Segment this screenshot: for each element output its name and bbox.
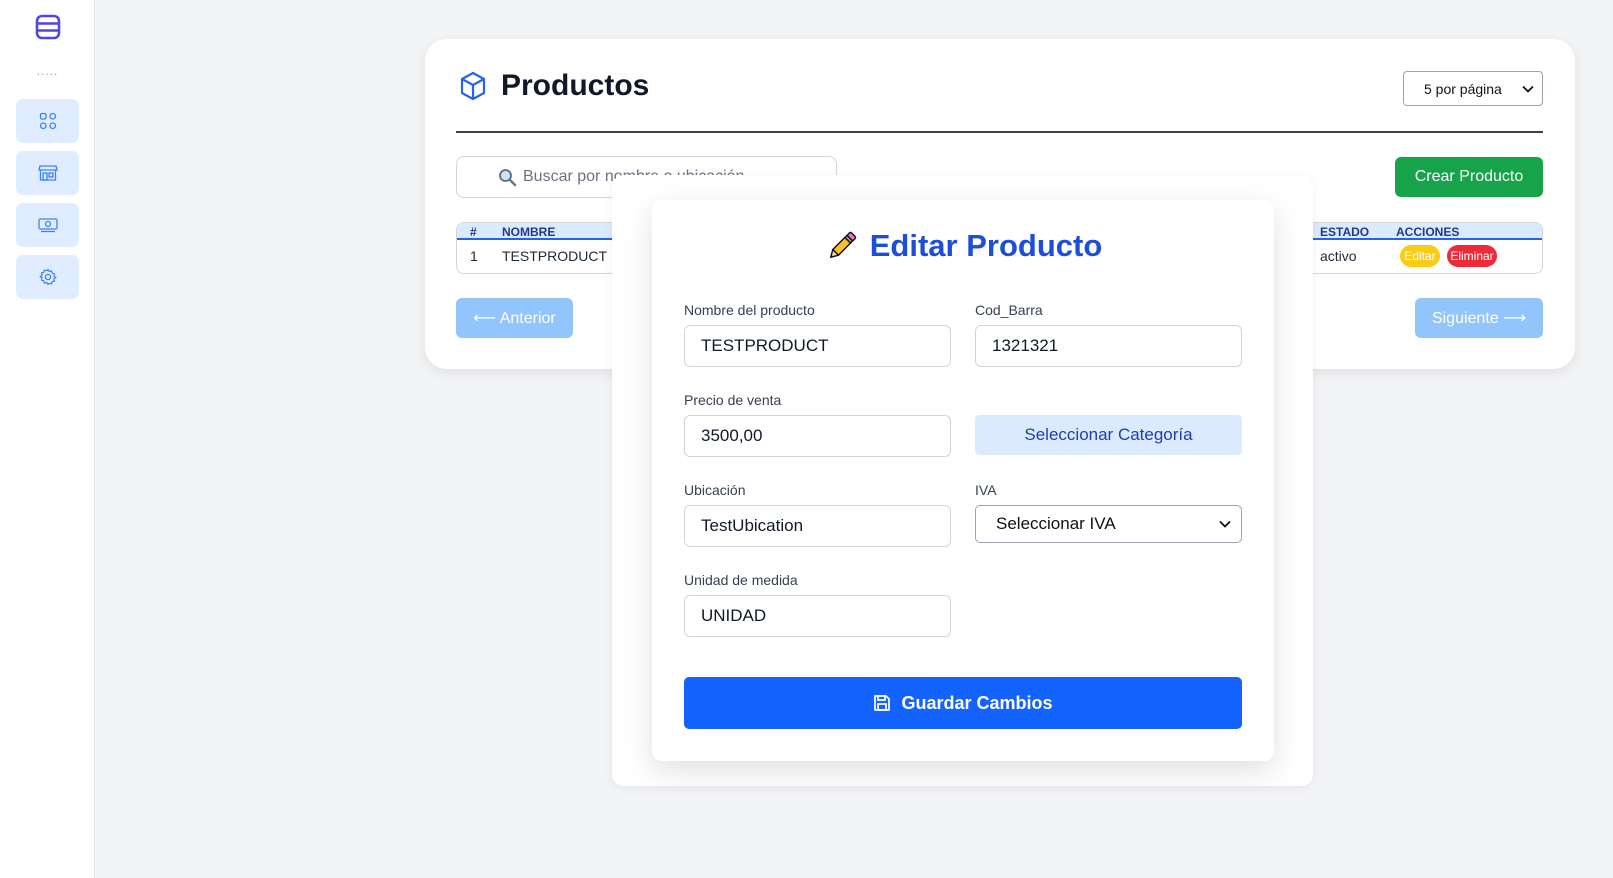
unit-label: Unidad de medida [684, 572, 798, 588]
row-status: activo [1320, 248, 1357, 264]
pencil-icon [829, 231, 856, 259]
cube-icon [460, 71, 486, 101]
save-icon [874, 695, 891, 711]
iva-label: IVA [975, 482, 997, 498]
header-divider [456, 131, 1543, 133]
sidebar-item-dashboard[interactable] [16, 99, 79, 143]
chevron-down-icon [1219, 520, 1231, 528]
search-icon [499, 169, 517, 187]
col-name: NOMBRE [502, 225, 556, 239]
money-icon [37, 218, 58, 233]
per-page-value: 5 por página [1424, 80, 1502, 97]
iva-selected-value: Seleccionar IVA [996, 514, 1116, 533]
row-number: 1 [470, 248, 478, 264]
unit-input[interactable]: UNIDAD [684, 595, 951, 637]
barcode-input[interactable]: 1321321 [975, 325, 1242, 367]
per-page-select[interactable]: 5 por página [1403, 71, 1543, 106]
create-product-button[interactable]: Crear Producto [1395, 157, 1543, 197]
save-changes-label: Guardar Cambios [901, 692, 1053, 713]
col-number: # [470, 225, 477, 239]
sidebar-item-settings[interactable] [16, 255, 79, 299]
chevron-down-icon [1522, 85, 1534, 93]
row-name: TESTPRODUCT [502, 248, 607, 264]
product-name-input[interactable]: TESTPRODUCT [684, 325, 951, 367]
next-page-button[interactable]: Siguiente ⟶ [1415, 298, 1543, 338]
select-category-button[interactable]: Seleccionar Categoría [975, 415, 1242, 455]
menu-logo-icon[interactable] [35, 14, 61, 40]
location-input[interactable]: TestUbication [684, 505, 951, 547]
iva-select[interactable]: Seleccionar IVA [975, 505, 1242, 543]
col-status: ESTADO [1320, 225, 1370, 239]
col-actions: ACCIONES [1396, 225, 1460, 239]
price-label: Precio de venta [684, 392, 782, 408]
barcode-label: Cod_Barra [975, 302, 1043, 318]
price-input[interactable]: 3500,00 [684, 415, 951, 457]
product-name-label: Nombre del producto [684, 302, 815, 318]
gear-icon [39, 268, 56, 286]
sidebar-item-finance[interactable] [16, 203, 79, 247]
page-title: Productos [501, 69, 650, 102]
edit-button[interactable]: Editar [1400, 245, 1440, 267]
save-changes-button[interactable]: Guardar Cambios [684, 677, 1242, 729]
sidebar-item-store[interactable] [16, 151, 79, 195]
grid-icon [39, 112, 56, 130]
sidebar-divider-dots: ..... [36, 64, 59, 78]
delete-button[interactable]: Eliminar [1447, 245, 1497, 267]
products-header: Productos [457, 69, 649, 103]
sidebar: ..... [0, 0, 95, 878]
modal-header: Editar Producto [652, 228, 1274, 264]
modal-title: Editar Producto [869, 228, 1103, 263]
location-label: Ubicación [684, 482, 746, 498]
store-icon [37, 165, 58, 181]
edit-product-modal: Editar Producto Nombre del producto TEST… [652, 200, 1274, 761]
previous-page-button[interactable]: ⟵ Anterior [456, 298, 573, 338]
